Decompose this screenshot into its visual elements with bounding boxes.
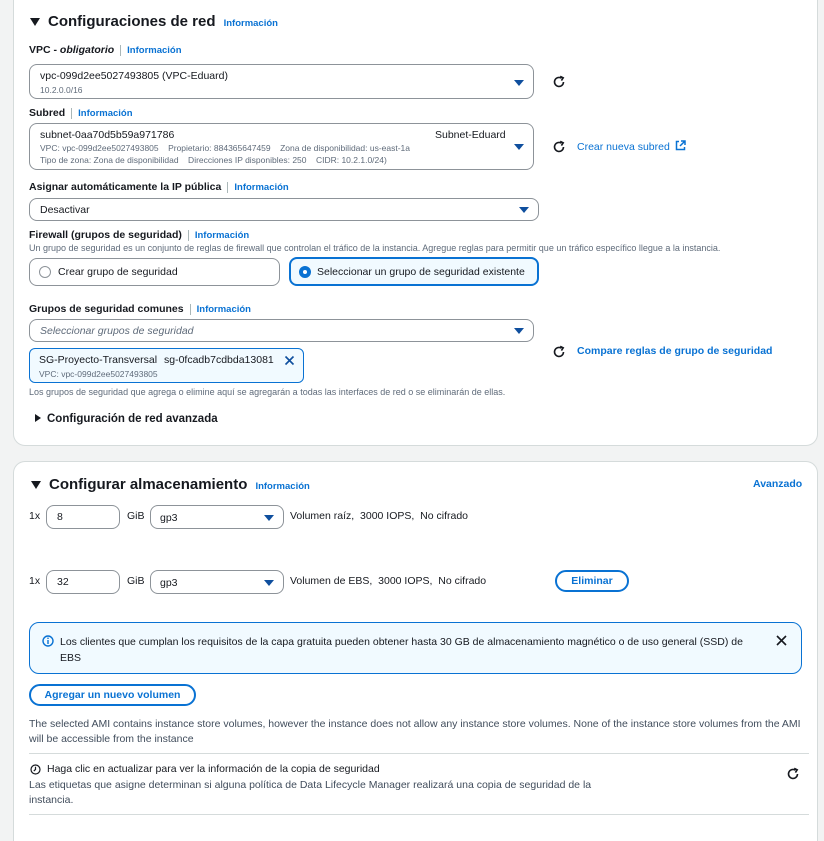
refresh-icon[interactable] <box>552 140 566 154</box>
caret-down-icon[interactable] <box>31 480 41 489</box>
chevron-down-icon <box>514 144 524 150</box>
backup-title: Haga clic en actualizar para ver la info… <box>47 763 380 775</box>
token-name: SG-Proyecto-Transversal <box>39 354 158 366</box>
radio-create-security-group[interactable]: Crear grupo de seguridad <box>29 258 280 286</box>
chevron-down-icon <box>514 80 524 86</box>
common-groups-label: Grupos de seguridad comunes <box>29 303 184 315</box>
subnet-label-row: Subred Información <box>29 107 133 119</box>
radio-create-label: Crear grupo de seguridad <box>58 266 178 278</box>
vpc-label: VPC - <box>29 44 60 56</box>
divider <box>29 753 809 754</box>
create-subnet-label[interactable]: Crear nueva subred <box>577 141 670 153</box>
alert-text: Los clientes que cumplan los requisitos … <box>60 636 743 664</box>
radio-select-existing-group[interactable]: Seleccionar un grupo de seguridad existe… <box>289 257 539 286</box>
public-ip-label-row: Asignar automáticamente la IP pública Inf… <box>29 181 289 193</box>
remove-volume-button[interactable]: Eliminar <box>555 570 629 592</box>
divider <box>120 44 122 56</box>
chevron-down-icon <box>519 207 529 213</box>
info-circle-icon <box>42 635 54 647</box>
divider <box>71 107 73 119</box>
firewall-info-link[interactable]: Información <box>195 230 249 241</box>
chevron-down-icon <box>514 328 524 334</box>
subnet-value: subnet-0aa70d5b59a971786 <box>40 129 175 141</box>
divider <box>227 181 229 193</box>
volume-size-input[interactable]: 32 <box>46 570 120 594</box>
network-info-link[interactable]: Información <box>224 18 278 29</box>
vpc-cidr: 10.2.0.0/16 <box>40 85 83 95</box>
advanced-link[interactable]: Avanzado <box>753 478 802 490</box>
volume-type-value: gp3 <box>160 577 178 589</box>
firewall-label-row: Firewall (grupos de seguridad) Informació… <box>29 229 249 241</box>
vpc-label-row: VPC - obligatorio Información <box>29 44 182 56</box>
subnet-select[interactable]: subnet-0aa70d5b59a971786 Subnet-Eduard V… <box>29 123 534 170</box>
common-groups-note: Los grupos de seguridad que agrega o eli… <box>29 387 506 397</box>
refresh-icon[interactable] <box>552 345 566 359</box>
firewall-label: Firewall (grupos de seguridad) <box>29 229 182 241</box>
volume-unit: GiB <box>127 510 145 522</box>
common-groups-label-row: Grupos de seguridad comunes Información <box>29 303 251 315</box>
public-ip-select[interactable]: Desactivar <box>29 198 539 221</box>
caret-down-icon[interactable] <box>30 17 40 26</box>
radio-button[interactable] <box>39 266 51 278</box>
volume-size-input[interactable]: 8 <box>46 505 120 529</box>
storage-section-header[interactable]: Configurar almacenamiento Información <box>31 476 310 493</box>
create-subnet-link[interactable]: Crear nueva subred <box>577 140 686 153</box>
subnet-details-line2: Tipo de zona: Zona de disponibilidad Dir… <box>40 155 387 165</box>
refresh-icon[interactable] <box>786 767 800 781</box>
common-groups-info-link[interactable]: Información <box>197 304 251 315</box>
public-ip-info-link[interactable]: Información <box>234 182 288 193</box>
compare-rules-link[interactable]: Compare reglas de grupo de seguridad <box>577 345 772 357</box>
refresh-icon[interactable] <box>552 75 566 89</box>
external-link-icon <box>675 140 686 151</box>
advanced-network-label: Configuración de red avanzada <box>47 413 218 425</box>
radio-button-selected[interactable] <box>299 266 311 278</box>
divider <box>189 303 191 315</box>
free-tier-alert: Los clientes que cumplan los requisitos … <box>29 622 802 674</box>
token-id: sg-0fcadb7cdbda13081 <box>164 354 274 366</box>
vpc-info-link[interactable]: Información <box>127 45 181 56</box>
storage-title: Configurar almacenamiento <box>49 476 248 493</box>
security-groups-select[interactable]: Seleccionar grupos de seguridad <box>29 319 534 342</box>
instance-store-note: The selected AMI contains instance store… <box>29 718 801 745</box>
public-ip-label: Asignar automáticamente la IP pública <box>29 181 222 193</box>
vpc-value: vpc-099d2ee5027493805 (VPC-Eduard) <box>40 70 228 82</box>
network-section-header[interactable]: Configuraciones de red Información <box>30 13 278 30</box>
close-icon[interactable] <box>284 355 295 366</box>
security-group-token: SG-Proyecto-Transversal sg-0fcadb7cdbda1… <box>29 348 304 383</box>
subnet-name: Subnet-Eduard <box>435 129 506 141</box>
vpc-select[interactable]: vpc-099d2ee5027493805 (VPC-Eduard) 10.2.… <box>29 64 534 99</box>
volume-type-select[interactable]: gp3 <box>150 505 284 529</box>
volume-type-value: gp3 <box>160 512 178 524</box>
chevron-down-icon <box>264 580 274 586</box>
divider <box>29 814 809 815</box>
vpc-required: obligatorio <box>59 44 115 56</box>
volume-multiplier: 1x <box>29 575 41 587</box>
volume-type-select[interactable]: gp3 <box>150 570 284 594</box>
volume-description: Volumen de EBS, 3000 IOPS, No cifrado <box>290 575 487 587</box>
radio-select-label: Seleccionar un grupo de seguridad existe… <box>317 266 525 278</box>
subnet-details-line1: VPC: vpc-099d2ee5027493805 Propietario: … <box>40 143 411 153</box>
security-groups-placeholder: Seleccionar grupos de seguridad <box>40 325 194 337</box>
firewall-description: Un grupo de seguridad es un conjunto de … <box>29 243 721 253</box>
volume-description: Volumen raíz, 3000 IOPS, No cifrado <box>290 510 469 522</box>
advanced-network-toggle[interactable]: Configuración de red avanzada <box>35 413 218 425</box>
token-vpc: VPC: vpc-099d2ee5027493805 <box>39 369 158 379</box>
clock-icon <box>30 764 41 775</box>
backup-description: Las etiquetas que asigne determinan si a… <box>29 779 592 806</box>
chevron-down-icon <box>264 515 274 521</box>
public-ip-value: Desactivar <box>40 204 90 216</box>
volume-unit: GiB <box>127 575 145 587</box>
close-icon[interactable] <box>776 635 787 646</box>
divider <box>187 229 189 241</box>
caret-right-icon[interactable] <box>35 414 41 423</box>
add-volume-button[interactable]: Agregar un nuevo volumen <box>29 684 196 706</box>
volume-multiplier: 1x <box>29 510 41 522</box>
subnet-label: Subred <box>29 107 66 119</box>
storage-info-link[interactable]: Información <box>255 481 309 492</box>
network-title: Configuraciones de red <box>48 13 216 30</box>
subnet-info-link[interactable]: Información <box>78 108 132 119</box>
